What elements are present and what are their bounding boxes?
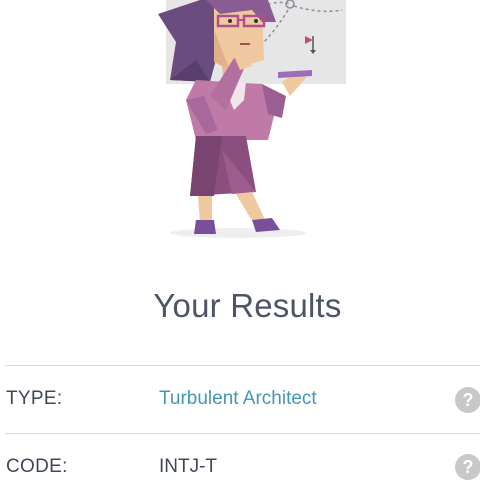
architect-character-illustration (158, 0, 346, 238)
help-icon[interactable]: ? (455, 387, 480, 413)
help-icon[interactable]: ? (455, 454, 480, 480)
divider (5, 433, 480, 434)
results-title: Your Results (153, 287, 342, 324)
type-label: TYPE: (6, 388, 63, 409)
results-screen: Your Results TYPE: Turbulent Architect ?… (0, 0, 480, 480)
code-label: CODE: (6, 456, 68, 477)
type-value-link[interactable]: Turbulent Architect (159, 388, 317, 410)
code-value: INTJ-T (159, 456, 218, 477)
divider (5, 365, 480, 366)
